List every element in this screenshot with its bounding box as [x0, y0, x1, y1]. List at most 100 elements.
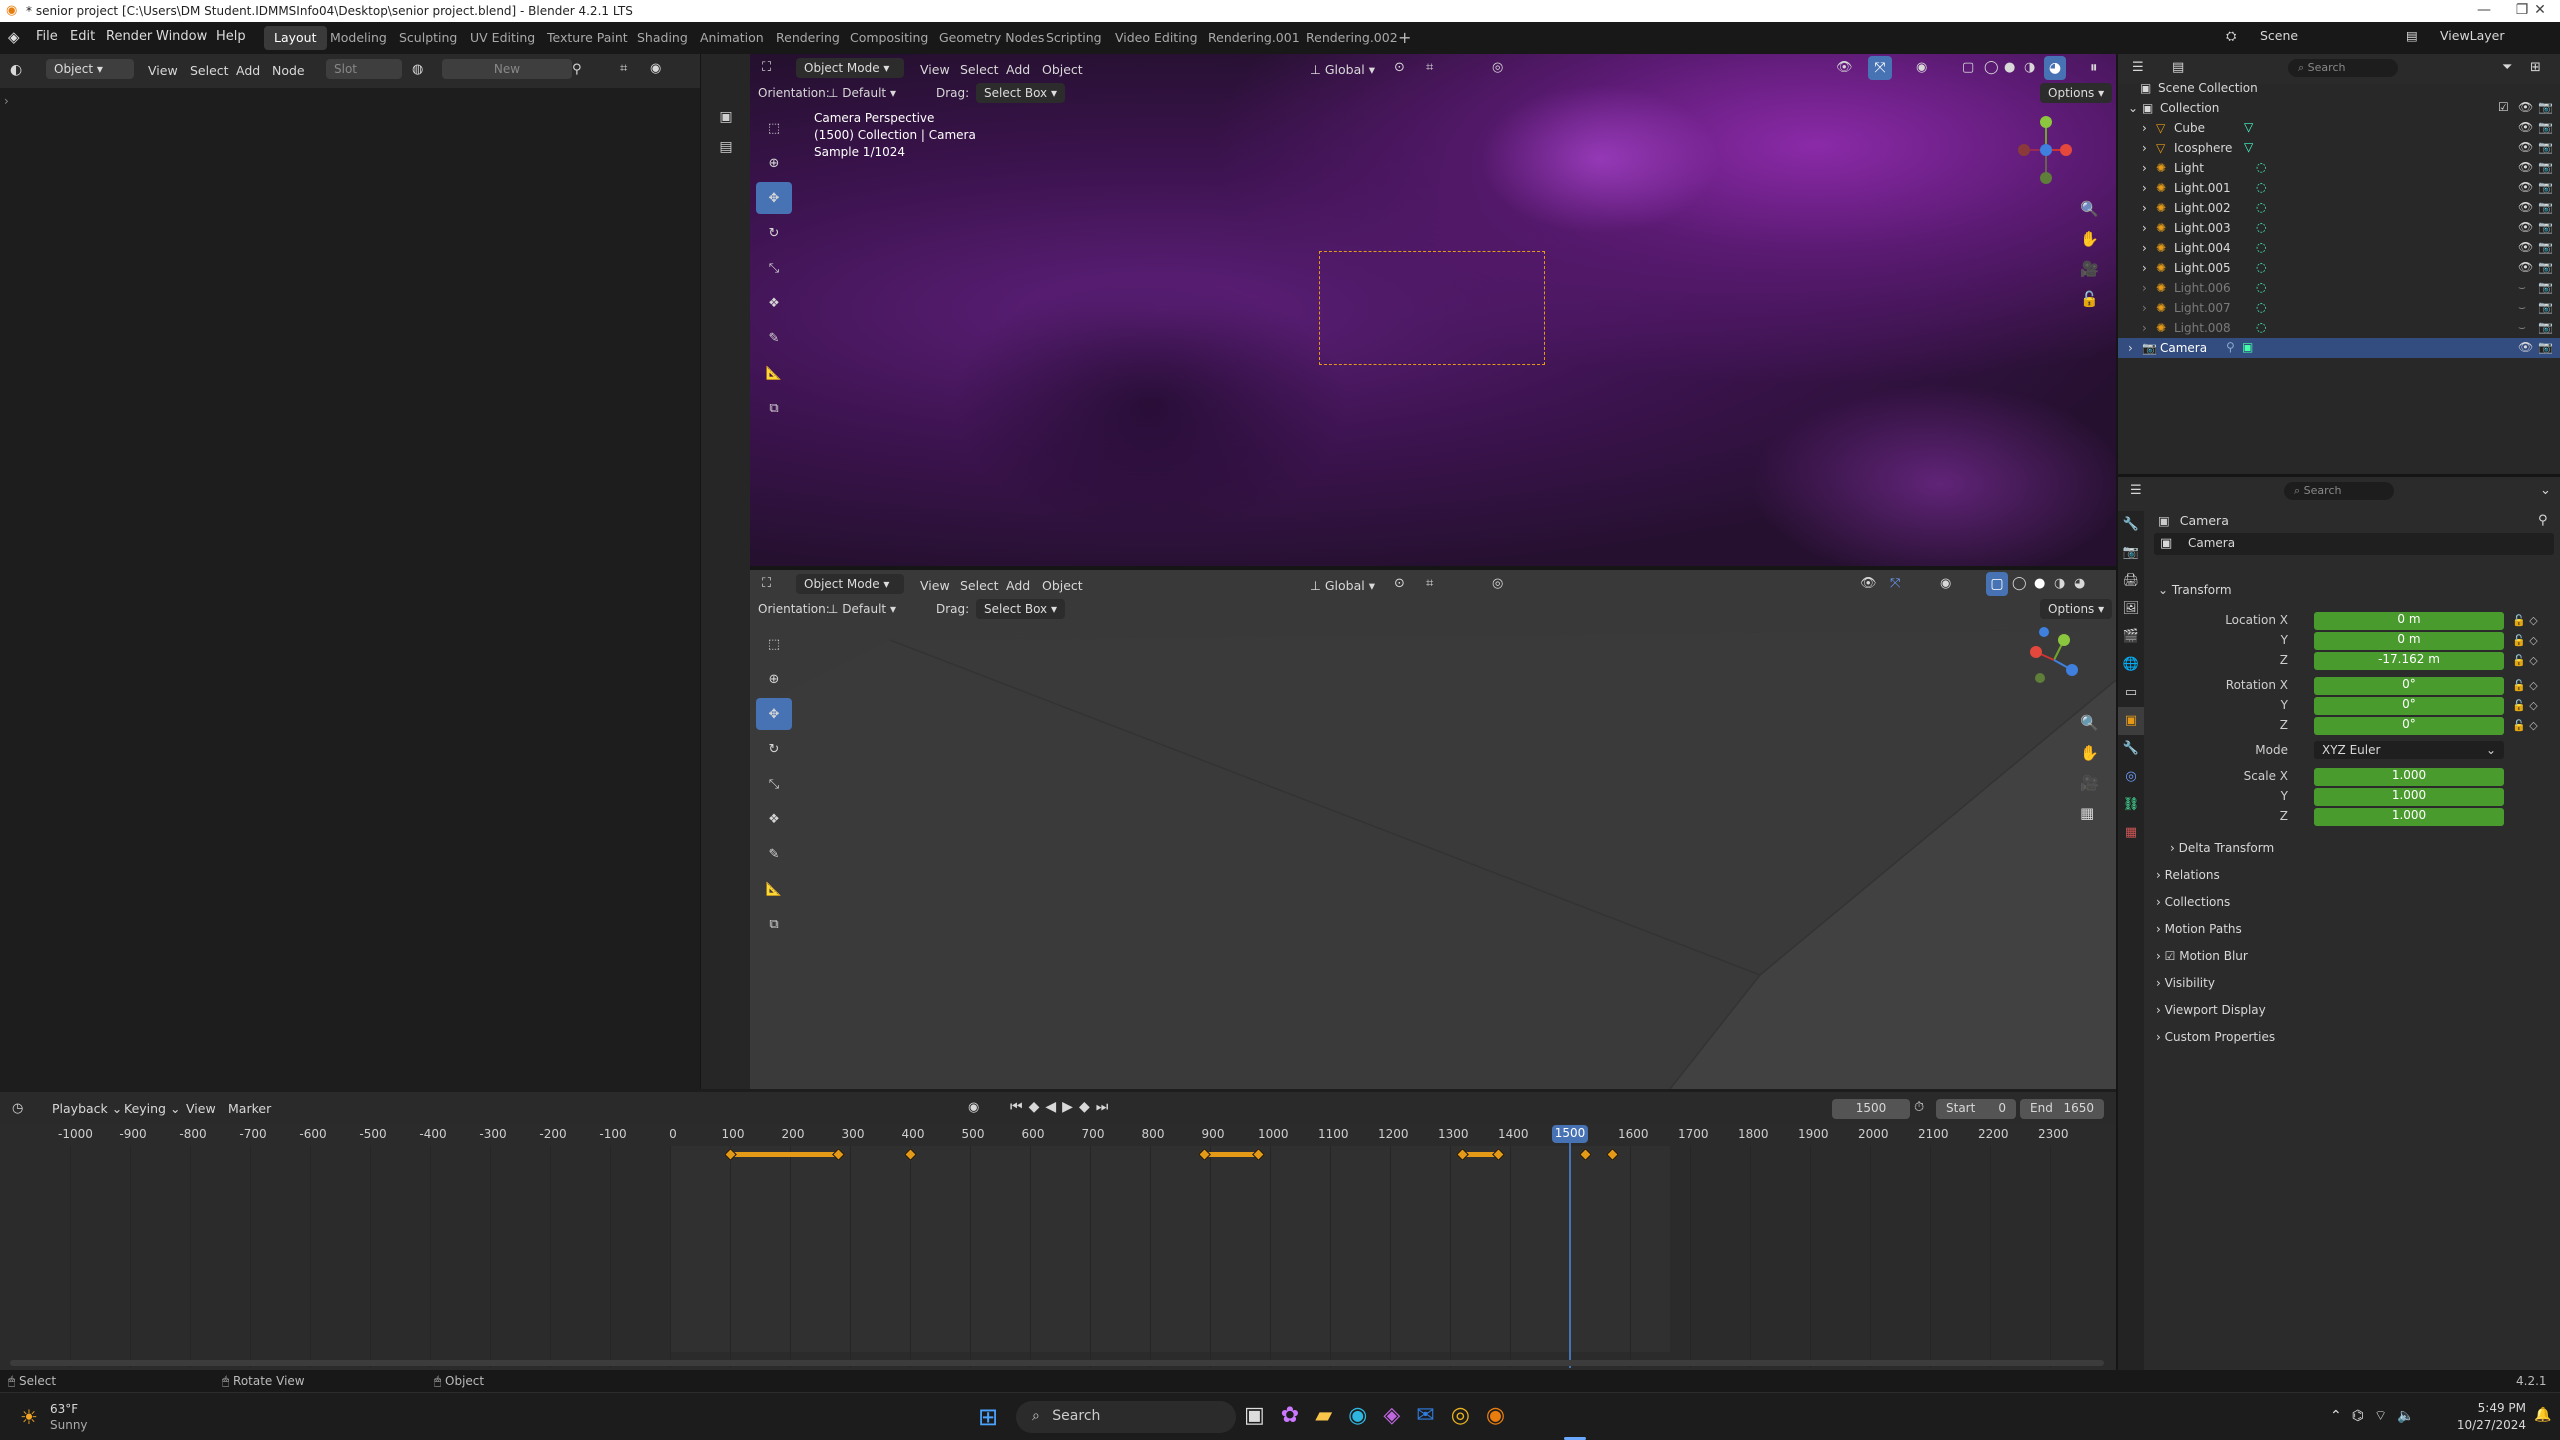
wifi-icon[interactable]: ⌔ — [2374, 1408, 2397, 1424]
display-mode-icon[interactable]: ▤ — [2172, 60, 2184, 75]
outliner-collection[interactable]: ⌄ ▣ Collection ☑ 👁 📷 — [2118, 98, 2560, 118]
lock-icon[interactable]: 🔓 — [2080, 284, 2099, 314]
wireframe-shading-icon[interactable]: ◯ — [1984, 60, 1999, 75]
eye-icon[interactable]: 👁 — [2518, 340, 2533, 354]
timeline-menu-view[interactable]: View — [186, 1101, 216, 1116]
material-shading-icon[interactable]: ◑ — [2024, 60, 2035, 75]
notification-icon[interactable]: 🔔 — [2534, 1407, 2551, 1423]
expand-icon[interactable]: › — [2142, 201, 2147, 215]
pin-icon[interactable]: ⚲ — [2538, 513, 2548, 528]
section-motion-blur[interactable]: › ☑ Motion Blur — [2156, 949, 2248, 963]
zoom-icon[interactable]: 🔍 — [2080, 708, 2099, 738]
outliner-item[interactable]: › ✺ Light.004 ◌ 👁 📷 — [2118, 238, 2560, 258]
overlay-icon[interactable]: ◉ — [650, 61, 661, 76]
blender-taskbar-icon[interactable]: ◉ — [1486, 1403, 1521, 1428]
add-cube-tool-icon[interactable]: ⧉ — [756, 908, 792, 940]
object-tab-icon[interactable]: ▣ — [2118, 707, 2144, 735]
camera-render-icon[interactable]: 📷 — [2538, 180, 2553, 194]
section-visibility[interactable]: › Visibility — [2156, 976, 2215, 990]
vp-menu-select[interactable]: Select — [960, 62, 999, 77]
rotation-y-field[interactable]: 0° — [2314, 697, 2504, 715]
location-z-field[interactable]: -17.162 m — [2314, 652, 2504, 670]
outliner-item[interactable]: › ✺ Light ◌ 👁 📷 — [2118, 158, 2560, 178]
node-menu-add[interactable]: Add — [236, 63, 260, 78]
add-workspace-icon[interactable]: + — [1398, 28, 1411, 47]
menu-file[interactable]: File — [36, 29, 58, 44]
lock-icon[interactable]: 🔓 ◇ — [2512, 631, 2538, 651]
expand-icon[interactable]: › — [2142, 281, 2147, 295]
playhead-frame-label[interactable]: 1500 — [1552, 1125, 1588, 1143]
end-frame-field[interactable]: End 1650 — [2020, 1099, 2104, 1119]
texture-tab-icon[interactable]: ▦ — [2118, 819, 2144, 847]
outliner-item[interactable]: › ✺ Light.001 ◌ 👁 📷 — [2118, 178, 2560, 198]
expand-icon[interactable]: › — [2128, 341, 2133, 355]
viewport-rendered[interactable]: ⛶ Object Mode ▾ View Select Add Object ⊥… — [750, 54, 2116, 566]
camera-render-icon[interactable]: 📷 — [2538, 300, 2553, 314]
checkbox-icon[interactable]: ☑ — [2498, 100, 2509, 114]
edge-icon[interactable]: ◉ — [1348, 1403, 1383, 1428]
section-collections[interactable]: › Collections — [2156, 895, 2230, 909]
expand-icon[interactable]: › — [2142, 301, 2147, 315]
mode-dropdown[interactable]: Object Mode ▾ — [796, 58, 904, 78]
expand-icon[interactable]: › — [2142, 241, 2147, 255]
scale-tool-icon[interactable]: ⤡ — [756, 768, 792, 800]
task-view-icon[interactable]: ▣ — [1244, 1403, 1281, 1428]
weather-sun-icon[interactable]: ☀ — [20, 1405, 38, 1429]
menu-render[interactable]: Render — [106, 29, 152, 44]
outliner-item[interactable]: › ✺ Light.007 ◌ ⌣ 📷 — [2118, 298, 2560, 318]
tab-animation[interactable]: Animation — [690, 26, 774, 50]
outliner-item[interactable]: › ▽ Icosphere ▽ 👁 📷 — [2118, 138, 2560, 158]
drag-dropdown[interactable]: Select Box ▾ — [976, 83, 1065, 103]
node-menu-view[interactable]: View — [148, 63, 178, 78]
eye-closed-icon[interactable]: ⌣ — [2518, 300, 2526, 315]
windows-start-icon[interactable]: ⊞ — [978, 1403, 998, 1431]
close-icon[interactable]: ✕ — [2520, 2, 2560, 18]
modifier-tab-icon[interactable]: 🔧 — [2118, 735, 2144, 763]
section-motion-paths[interactable]: › Motion Paths — [2156, 922, 2242, 936]
xray-icon[interactable]: ▢ — [1962, 60, 1974, 75]
annotate-tool-icon[interactable]: ✎ — [756, 322, 792, 354]
outliner-item[interactable]: › ✺ Light.006 ◌ ⌣ 📷 — [2118, 278, 2560, 298]
expand-icon[interactable]: › — [2142, 221, 2147, 235]
rotation-x-field[interactable]: 0° — [2314, 677, 2504, 695]
move-tool-icon[interactable]: ✥ — [756, 698, 792, 730]
timeline-menu-keying[interactable]: Keying ⌄ — [124, 1101, 180, 1116]
scene-icon[interactable]: ⛭ — [2226, 29, 2236, 44]
outliner-item-camera[interactable]: › 📷 Camera ⚲ ▣ 👁 📷 — [2118, 338, 2560, 358]
clock-icon[interactable]: ⏱ — [1914, 1100, 1924, 1115]
expand-icon[interactable]: › — [2142, 321, 2147, 335]
outlook-icon[interactable]: ✉ — [1416, 1403, 1450, 1428]
select-box-tool-icon[interactable]: ⬚ — [756, 628, 792, 660]
location-x-field[interactable]: 0 m — [2314, 612, 2504, 630]
play-reverse-icon[interactable]: ◀ — [1045, 1099, 1062, 1115]
section-delta-transform[interactable]: › Delta Transform — [2170, 841, 2274, 855]
scale-x-field[interactable]: 1.000 — [2314, 768, 2504, 786]
play-icon[interactable]: ▶ — [1062, 1099, 1079, 1115]
camera-render-icon[interactable]: 📷 — [2538, 220, 2553, 234]
camera-render-icon[interactable]: 📷 — [2538, 200, 2553, 214]
app-icon[interactable]: ◈ — [1383, 1403, 1416, 1428]
transform-tool-icon[interactable]: ❖ — [756, 803, 792, 835]
transform-tool-icon[interactable]: ❖ — [756, 287, 792, 319]
pivot-icon[interactable]: ⊙ — [1394, 60, 1405, 75]
expand-icon[interactable]: › — [2142, 141, 2147, 155]
cursor-tool-icon[interactable]: ⊕ — [756, 663, 792, 695]
pin-icon[interactable]: ⚲ — [572, 62, 582, 77]
camera-render-icon[interactable]: 📷 — [2538, 240, 2553, 254]
scale-tool-icon[interactable]: ⤡ — [756, 252, 792, 284]
chevron-down-icon[interactable]: ⌄ — [2540, 483, 2551, 498]
expand-icon[interactable]: › — [2142, 121, 2147, 135]
scale-z-field[interactable]: 1.000 — [2314, 808, 2504, 826]
camera-render-icon[interactable]: 📷 — [2538, 160, 2553, 174]
measure-tool-icon[interactable]: 📐 — [756, 873, 792, 905]
eye-closed-icon[interactable]: ⌣ — [2518, 320, 2526, 335]
transform-orientation-dropdown[interactable]: ⊥ Global ▾ — [1310, 62, 1375, 77]
eye-icon[interactable]: 👁 — [2518, 200, 2533, 214]
view-layer-icon[interactable]: ▤ — [2406, 28, 2418, 43]
prev-keyframe-icon[interactable]: ◆ — [1029, 1099, 1046, 1115]
collection-tab-icon[interactable]: ▭ — [2118, 679, 2144, 707]
eye-icon[interactable]: 👁 — [2518, 160, 2533, 174]
rotation-mode-dropdown[interactable]: XYZ Euler ⌄ — [2314, 741, 2504, 759]
minimize-icon[interactable]: — — [2464, 2, 2504, 18]
expand-icon[interactable]: › — [2142, 161, 2147, 175]
